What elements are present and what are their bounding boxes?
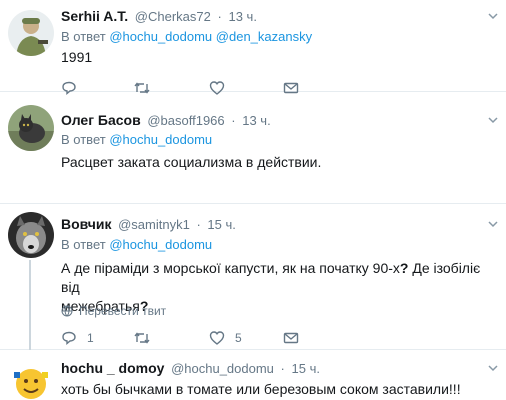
- tweet-3[interactable]: Вовчик @samitnyk1 · 15 ч. В ответ @hochu…: [0, 204, 506, 350]
- avatar-image: [8, 360, 54, 400]
- tweet-2[interactable]: Олег Басов @basoff1966 · 13 ч. В ответ @…: [0, 92, 506, 204]
- timestamp[interactable]: 13 ч.: [242, 113, 270, 128]
- tweet-header: Serhii A.T. @Cherkas72 · 13 ч.: [61, 8, 257, 25]
- avatar[interactable]: [8, 10, 54, 56]
- reply-context: В ответ @hochu_dodomu: [61, 237, 212, 253]
- like-count: 5: [235, 331, 242, 345]
- avatar[interactable]: [8, 212, 54, 258]
- mention-link[interactable]: @den_kazansky: [216, 29, 312, 44]
- translate-link[interactable]: Перевести твит: [61, 304, 166, 318]
- avatar[interactable]: [8, 360, 54, 400]
- tweet-header: Вовчик @samitnyk1 · 15 ч.: [61, 216, 236, 233]
- tweet-header: hochu _ domoy @hochu_dodomu · 15 ч.: [61, 360, 320, 377]
- tweet-1[interactable]: Serhii A.T. @Cherkas72 · 13 ч. В ответ @…: [0, 0, 506, 95]
- reply-count: 1: [87, 331, 94, 345]
- chevron-down-icon[interactable]: [488, 11, 498, 21]
- avatar-image: [8, 10, 54, 56]
- like-button[interactable]: 5: [209, 330, 242, 346]
- avatar-image: [8, 105, 54, 151]
- avatar-image: [8, 212, 54, 258]
- retweet-button[interactable]: [133, 330, 151, 346]
- dm-button[interactable]: [283, 330, 299, 346]
- display-name[interactable]: Вовчик: [61, 216, 111, 232]
- reply-prefix: В ответ: [61, 237, 106, 252]
- timestamp[interactable]: 13 ч.: [228, 9, 256, 24]
- separator-dot: ·: [231, 113, 236, 128]
- user-handle[interactable]: @basoff1966: [147, 113, 224, 128]
- tweet-text: 1991: [61, 49, 93, 65]
- user-handle[interactable]: @samitnyk1: [118, 217, 190, 232]
- separator-dot: ·: [196, 217, 201, 232]
- separator-dot: ·: [280, 361, 285, 376]
- mention-link[interactable]: @hochu_dodomu: [109, 132, 212, 147]
- reply-prefix: В ответ: [61, 29, 106, 44]
- separator-dot: ·: [217, 9, 222, 24]
- reply-prefix: В ответ: [61, 132, 106, 147]
- mention-link[interactable]: @hochu_dodomu: [109, 237, 212, 252]
- user-handle[interactable]: @Cherkas72: [135, 9, 211, 24]
- display-name[interactable]: Олег Басов: [61, 112, 141, 128]
- tweet-text-line1: А де піраміди з морської капусти, як на …: [61, 260, 400, 276]
- timestamp[interactable]: 15 ч.: [207, 217, 235, 232]
- heart-icon: [209, 331, 225, 345]
- display-name[interactable]: Serhii A.T.: [61, 8, 128, 24]
- mention-link[interactable]: @hochu_dodomu: [109, 29, 212, 44]
- envelope-icon: [283, 332, 299, 344]
- timestamp[interactable]: 15 ч.: [292, 361, 320, 376]
- tweet-header: Олег Басов @basoff1966 · 13 ч.: [61, 112, 271, 129]
- translate-label: Перевести твит: [79, 304, 167, 318]
- tweet-4[interactable]: hochu _ domoy @hochu_dodomu · 15 ч. хоть…: [0, 350, 506, 400]
- avatar[interactable]: [8, 105, 54, 151]
- tweet-text: Расцвет заката социализма в действии.: [61, 154, 322, 170]
- thread-line: [29, 260, 31, 350]
- chevron-down-icon[interactable]: [488, 219, 498, 229]
- user-handle[interactable]: @hochu_dodomu: [171, 361, 274, 376]
- retweet-icon: [134, 332, 150, 344]
- reply-icon: [62, 331, 76, 345]
- reply-context: В ответ @hochu_dodomu @den_kazansky: [61, 29, 312, 45]
- globe-icon: [61, 305, 73, 317]
- reply-button[interactable]: 1: [61, 330, 94, 346]
- reply-context: В ответ @hochu_dodomu: [61, 132, 212, 148]
- chevron-down-icon[interactable]: [488, 115, 498, 125]
- tweet-text: хоть бы бычками в томате или березовым с…: [61, 381, 461, 397]
- display-name[interactable]: hochu _ domoy: [61, 360, 164, 376]
- chevron-down-icon[interactable]: [488, 363, 498, 373]
